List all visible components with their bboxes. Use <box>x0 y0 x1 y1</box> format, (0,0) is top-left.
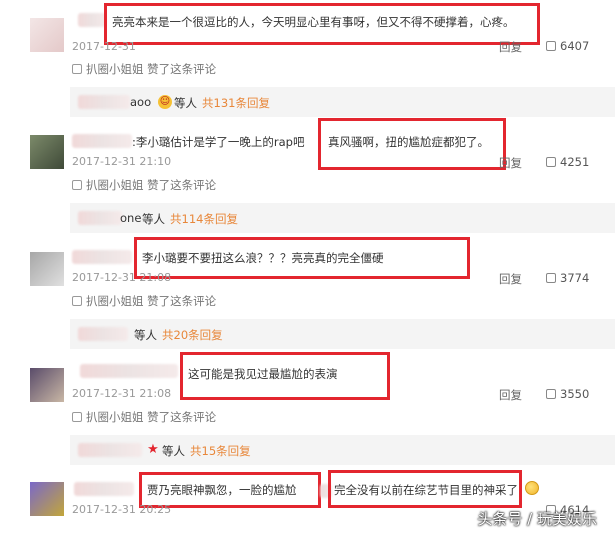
like-count: 3774 <box>560 271 590 285</box>
comment-time: 2017-12-31 20:25 <box>72 503 172 516</box>
avatar[interactable] <box>30 135 64 169</box>
reply-count-link[interactable]: 共20条回复 <box>162 327 223 343</box>
reply-summary[interactable]: ★ 等人 共15条回复 <box>70 435 615 465</box>
reply-button[interactable]: 回复 <box>499 39 522 55</box>
liked-by-note: 扒圈小姐姐 赞了这条评论 <box>72 177 216 193</box>
liked-by-text: 扒圈小姐姐 赞了这条评论 <box>86 178 217 192</box>
avatar[interactable] <box>30 18 64 52</box>
reply-button[interactable]: 回复 <box>499 155 522 171</box>
comment-text: 李小璐要不要扭这么浪？？？亮亮真的完全僵硬 <box>142 251 384 265</box>
like-button[interactable]: 6407 <box>546 39 589 53</box>
comment-time: 2017-12-31 21:08 <box>72 387 172 400</box>
liked-by-note: 扒圈小姐姐 赞了这条评论 <box>72 409 216 425</box>
comment-text: 贾乃亮眼神飘忽，一脸的尴尬 <box>147 483 297 497</box>
comment-text: 真风骚啊，扭的尴尬症都犯了。 <box>328 135 489 149</box>
comment-time: 2017-12-31 21:10 <box>72 155 172 168</box>
thumbs-up-icon <box>72 296 82 306</box>
thumbs-up-icon <box>546 273 556 283</box>
thumbs-up-icon <box>546 157 556 167</box>
like-button[interactable]: 3550 <box>546 387 589 401</box>
thumbs-up-icon <box>72 64 82 74</box>
replier-name: aoo <box>130 95 152 109</box>
comment-text-2: 完全没有以前在综艺节目里的神采了 <box>334 483 518 497</box>
comment-time: 2017-12-31 21:08 <box>72 271 172 284</box>
username-blurred[interactable] <box>74 482 134 496</box>
comment-text-prefix: :李小璐估计是学了一晚上的rap吧 <box>132 135 305 149</box>
reply-count-link[interactable]: 共114条回复 <box>170 211 238 227</box>
reply-count-link[interactable]: 共15条回复 <box>190 443 251 459</box>
replier-name: one <box>120 211 142 225</box>
replier-etc: 等人 <box>142 212 165 226</box>
reply-count-link[interactable]: 共131条回复 <box>202 95 270 111</box>
smile-emoji-icon <box>525 481 539 495</box>
vip-badge-icon: ☺ <box>158 95 172 109</box>
liked-by-note: 扒圈小姐姐 赞了这条评论 <box>72 293 216 309</box>
avatar[interactable] <box>30 482 64 516</box>
reply-summary[interactable]: 等人 共20条回复 <box>70 319 615 349</box>
thumbs-up-icon <box>546 41 556 51</box>
thumbs-up-icon <box>72 412 82 422</box>
liked-by-text: 扒圈小姐姐 赞了这条评论 <box>86 62 217 76</box>
username-blurred[interactable] <box>80 364 178 378</box>
avatar[interactable] <box>30 368 64 402</box>
username-blurred[interactable] <box>78 13 106 27</box>
replier-etc: 等人 <box>174 96 197 110</box>
replier-blurred <box>78 95 130 109</box>
watermark: 头条号 / 玩美娱乐 <box>477 510 597 528</box>
comment-time: 2017-12-31 <box>72 40 136 53</box>
like-count: 6407 <box>560 39 590 53</box>
reply-button[interactable]: 回复 <box>499 387 522 403</box>
replier-blurred <box>78 443 142 457</box>
username-blurred[interactable] <box>72 250 132 264</box>
comment-text: 这可能是我见过最尴尬的表演 <box>188 367 338 381</box>
username-blurred[interactable] <box>72 134 132 148</box>
replier-etc: 等人 <box>134 328 157 342</box>
avatar[interactable] <box>30 252 64 286</box>
like-button[interactable]: 3774 <box>546 271 589 285</box>
thumbs-up-icon <box>72 180 82 190</box>
star-badge-icon: ★ <box>147 442 159 457</box>
liked-by-text: 扒圈小姐姐 赞了这条评论 <box>86 294 217 308</box>
liked-by-text: 扒圈小姐姐 赞了这条评论 <box>86 410 217 424</box>
comment-text: 亮亮本来是一个很逗比的人，今天明显心里有事呀，但又不得不硬撑着，心疼。 <box>112 15 515 29</box>
like-button[interactable]: 4251 <box>546 155 589 169</box>
reply-summary[interactable]: aoo ☺ 等人 共131条回复 <box>70 87 615 117</box>
like-count: 3550 <box>560 387 590 401</box>
replier-etc: 等人 <box>162 444 185 458</box>
like-count: 4251 <box>560 155 590 169</box>
replier-blurred <box>78 327 128 341</box>
replier-blurred <box>78 211 122 225</box>
reply-button[interactable]: 回复 <box>499 271 522 287</box>
thumbs-up-icon <box>546 389 556 399</box>
reply-summary[interactable]: one 等人 共114条回复 <box>70 203 615 233</box>
liked-by-note: 扒圈小姐姐 赞了这条评论 <box>72 61 216 77</box>
